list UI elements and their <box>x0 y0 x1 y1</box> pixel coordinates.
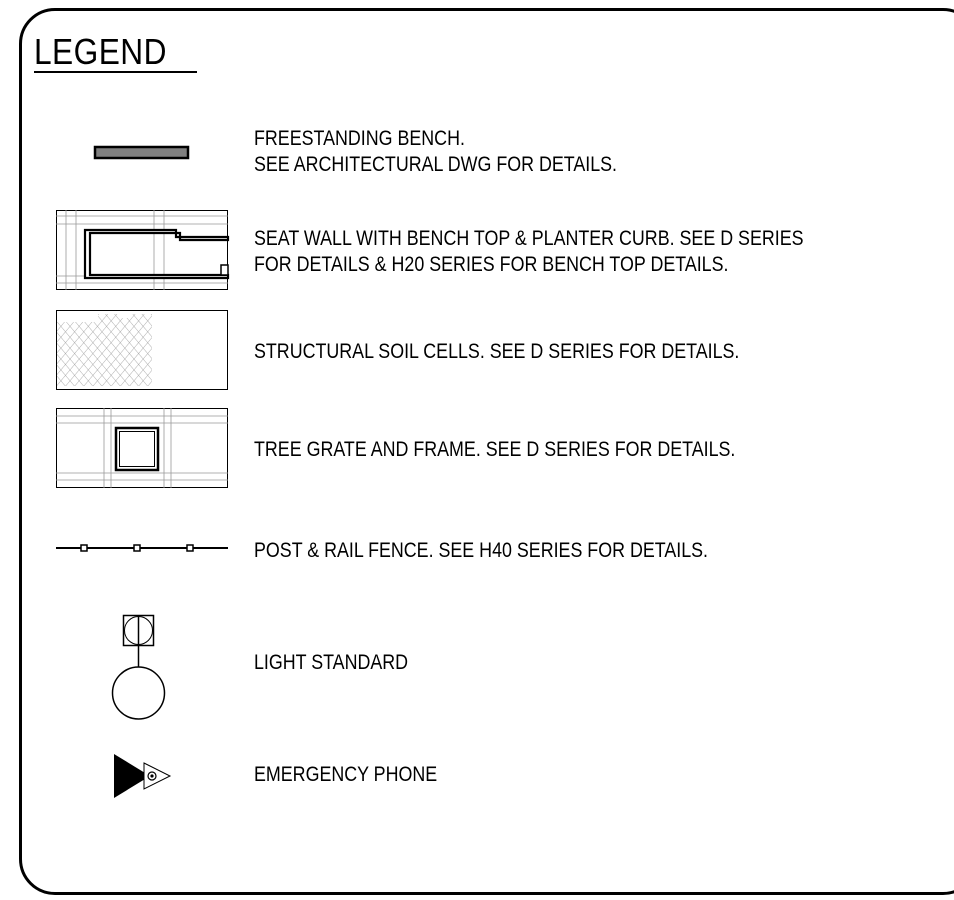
description-line: SEE ARCHITECTURAL DWG FOR DETAILS. <box>254 153 618 176</box>
light-standard-icon <box>110 613 170 720</box>
description-line: EMERGENCY PHONE <box>254 763 438 786</box>
light-standard-description: LIGHT STANDARD <box>254 650 408 676</box>
description-line: TREE GRATE AND FRAME. SEE D SERIES FOR D… <box>254 438 736 461</box>
freestanding-bench-description: FREESTANDING BENCH. SEE ARCHITECTURAL DW… <box>254 126 617 178</box>
description-line: POST & RAIL FENCE. SEE H40 SERIES FOR DE… <box>254 539 708 562</box>
description-line: FREESTANDING BENCH. <box>254 127 465 150</box>
post-rail-fence-icon <box>56 540 228 556</box>
description-line: SEAT WALL WITH BENCH TOP & PLANTER CURB.… <box>254 227 804 250</box>
structural-soil-cells-icon <box>56 310 228 390</box>
seat-wall-description: SEAT WALL WITH BENCH TOP & PLANTER CURB.… <box>254 226 804 278</box>
structural-soil-cells-description: STRUCTURAL SOIL CELLS. SEE D SERIES FOR … <box>254 339 739 365</box>
description-line: FOR DETAILS & H20 SERIES FOR BENCH TOP D… <box>254 253 729 276</box>
post-rail-fence-description: POST & RAIL FENCE. SEE H40 SERIES FOR DE… <box>254 538 708 564</box>
freestanding-bench-icon <box>93 145 190 161</box>
emergency-phone-description: EMERGENCY PHONE <box>254 762 437 788</box>
emergency-phone-icon <box>112 752 176 800</box>
seat-wall-icon <box>56 210 230 290</box>
legend-title-underline <box>34 71 197 73</box>
tree-grate-icon <box>56 408 228 488</box>
tree-grate-description: TREE GRATE AND FRAME. SEE D SERIES FOR D… <box>254 437 735 463</box>
description-line: LIGHT STANDARD <box>254 651 409 674</box>
description-line: STRUCTURAL SOIL CELLS. SEE D SERIES FOR … <box>254 340 740 363</box>
legend-title: LEGEND <box>34 31 167 72</box>
